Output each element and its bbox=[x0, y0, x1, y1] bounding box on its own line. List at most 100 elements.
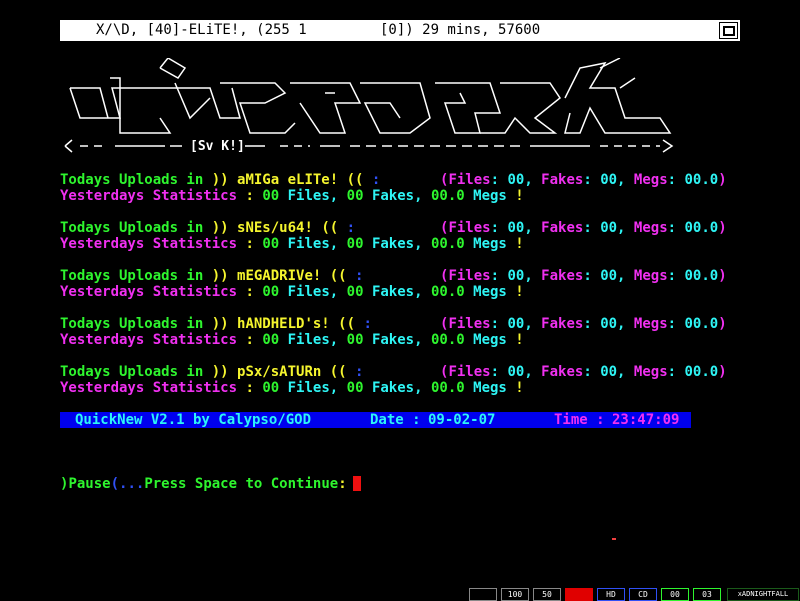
window-restore-icon[interactable] bbox=[719, 22, 738, 39]
yesterday-colon: : bbox=[245, 380, 254, 396]
megs-label: Megs bbox=[633, 316, 668, 332]
y-megs-count: 00.0 bbox=[430, 236, 465, 252]
yesterday-stats-row: Yesterdays Statistics : 00 Files, 00 Fak… bbox=[60, 380, 524, 396]
text-cursor bbox=[352, 476, 361, 491]
y-megs-count: 00.0 bbox=[430, 332, 465, 348]
y-files-label: Files bbox=[287, 284, 330, 300]
time-value: 23:47:09 bbox=[612, 412, 680, 428]
today-stats: (Files: 00, Fakes: 00, Megs: 00.0) bbox=[440, 364, 727, 380]
y-excl: ! bbox=[515, 236, 524, 252]
y-fakes-count: 00 bbox=[346, 284, 364, 300]
yesterday-label: Yesterdays Statistics bbox=[60, 332, 238, 348]
open-bracket: )) bbox=[211, 172, 229, 188]
taskbar-item[interactable] bbox=[565, 588, 593, 601]
today-stats: (Files: 00, Fakes: 00, Megs: 00.0) bbox=[440, 172, 727, 188]
yesterday-colon: : bbox=[245, 188, 254, 204]
pause-prompt[interactable]: )Pause(...Press Space to Continue: bbox=[60, 476, 361, 492]
date-label: Date : bbox=[370, 412, 421, 428]
files-count: 00 bbox=[507, 364, 525, 380]
files-label: Files bbox=[448, 364, 491, 380]
yesterday-colon: : bbox=[245, 236, 254, 252]
files-label: Files bbox=[448, 220, 491, 236]
y-fakes-label: Fakes bbox=[371, 332, 415, 348]
fakes-label: Fakes bbox=[541, 220, 584, 236]
time-label: Time : bbox=[554, 412, 605, 428]
yesterday-colon: : bbox=[245, 332, 254, 348]
close-bracket: (( bbox=[346, 172, 364, 188]
megs-count: 00.0 bbox=[684, 268, 719, 284]
area-colon: : bbox=[355, 268, 364, 284]
y-megs-label: Megs bbox=[473, 284, 507, 300]
today-label: Todays Uploads in bbox=[60, 316, 212, 332]
taskbar-item[interactable]: 03 bbox=[693, 588, 721, 601]
files-label: Files bbox=[448, 172, 491, 188]
today-label: Todays Uploads in bbox=[60, 268, 212, 284]
files-count: 00 bbox=[507, 316, 525, 332]
fakes-count: 00 bbox=[600, 220, 618, 236]
fakes-count: 00 bbox=[600, 364, 618, 380]
today-stats: (Files: 00, Fakes: 00, Megs: 00.0) bbox=[440, 268, 727, 284]
yesterday-colon: : bbox=[245, 284, 254, 300]
ascii-logo: [Sv K!] bbox=[64, 58, 674, 154]
yesterday-label: Yesterdays Statistics bbox=[60, 284, 238, 300]
taskbar-item[interactable]: HD bbox=[597, 588, 625, 601]
today-upload-row: Todays Uploads in )) hANDHELD's! (( : bbox=[60, 316, 372, 332]
logo-tag: [Sv K!] bbox=[190, 139, 245, 154]
pause-label: Pause bbox=[68, 476, 111, 492]
yesterday-stats-row: Yesterdays Statistics : 00 Files, 00 Fak… bbox=[60, 284, 524, 300]
today-stats: (Files: 00, Fakes: 00, Megs: 00.0) bbox=[440, 316, 727, 332]
taskbar-item[interactable]: 00 bbox=[661, 588, 689, 601]
pause-colon: : bbox=[338, 476, 347, 492]
title-left: X/\D, [40]-ELiTE!, (255 1 bbox=[96, 22, 307, 38]
y-files-count: 00 bbox=[262, 236, 280, 252]
megs-count: 00.0 bbox=[684, 316, 719, 332]
y-megs-label: Megs bbox=[473, 332, 507, 348]
open-bracket: )) bbox=[211, 268, 229, 284]
y-fakes-label: Fakes bbox=[371, 284, 415, 300]
yesterday-label: Yesterdays Statistics bbox=[60, 236, 238, 252]
open-bracket: )) bbox=[211, 316, 229, 332]
close-bracket: (( bbox=[329, 268, 347, 284]
taskbar-item[interactable] bbox=[469, 588, 497, 601]
fakes-count: 00 bbox=[600, 268, 618, 284]
yesterday-label: Yesterdays Statistics bbox=[60, 380, 238, 396]
y-files-label: Files bbox=[287, 332, 330, 348]
today-stats: (Files: 00, Fakes: 00, Megs: 00.0) bbox=[440, 220, 727, 236]
yesterday-stats-row: Yesterdays Statistics : 00 Files, 00 Fak… bbox=[60, 188, 524, 204]
taskbar-item[interactable]: CD bbox=[629, 588, 657, 601]
fakes-label: Fakes bbox=[541, 364, 584, 380]
close-bracket: (( bbox=[329, 364, 347, 380]
area-colon: : bbox=[363, 316, 372, 332]
files-label: Files bbox=[448, 268, 491, 284]
today-upload-row: Todays Uploads in )) sNEs/u64! (( : bbox=[60, 220, 355, 236]
y-excl: ! bbox=[515, 380, 524, 396]
megs-count: 00.0 bbox=[684, 364, 719, 380]
fakes-label: Fakes bbox=[541, 268, 584, 284]
today-label: Todays Uploads in bbox=[60, 220, 212, 236]
pause-text: Press Space to Continue bbox=[144, 476, 339, 492]
fakes-label: Fakes bbox=[541, 316, 584, 332]
taskbar-tray[interactable]: xADNIGHTFALL bbox=[727, 588, 799, 601]
pause-sep: (... bbox=[110, 476, 145, 492]
y-excl: ! bbox=[515, 284, 524, 300]
megs-count: 00.0 bbox=[684, 220, 719, 236]
megs-count: 00.0 bbox=[684, 172, 719, 188]
y-excl: ! bbox=[515, 188, 524, 204]
close-bracket: (( bbox=[338, 316, 356, 332]
area-colon: : bbox=[371, 172, 381, 188]
y-fakes-count: 00 bbox=[346, 236, 364, 252]
taskbar-item[interactable]: 50 bbox=[533, 588, 561, 601]
megs-label: Megs bbox=[633, 364, 668, 380]
y-files-label: Files bbox=[287, 380, 330, 396]
stray-pixel bbox=[612, 538, 616, 540]
close-bracket: (( bbox=[321, 220, 339, 236]
today-upload-row: Todays Uploads in )) pSx/sATURn (( : bbox=[60, 364, 363, 380]
y-files-count: 00 bbox=[262, 380, 280, 396]
today-upload-row: Todays Uploads in )) aMIGa eLITe! (( : bbox=[60, 172, 380, 188]
files-count: 00 bbox=[507, 220, 525, 236]
taskbar-item[interactable]: 100 bbox=[501, 588, 529, 601]
megs-label: Megs bbox=[633, 220, 668, 236]
y-megs-count: 00.0 bbox=[430, 380, 465, 396]
y-megs-label: Megs bbox=[473, 188, 507, 204]
y-megs-count: 00.0 bbox=[430, 188, 465, 204]
